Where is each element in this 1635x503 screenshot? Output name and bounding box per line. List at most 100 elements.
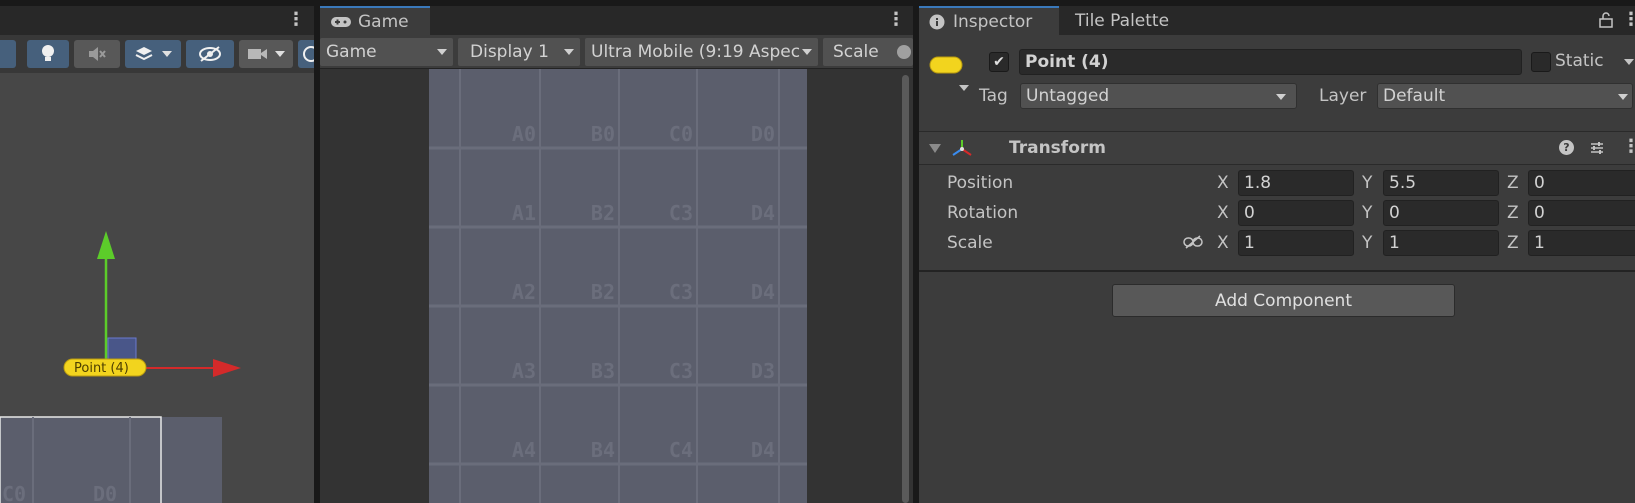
- add-component-button[interactable]: Add Component: [1112, 284, 1455, 317]
- chevron-down-icon: [1276, 94, 1286, 100]
- scene-cell-label: C0: [2, 482, 26, 503]
- game-mode-dropdown[interactable]: Game: [320, 38, 453, 66]
- board-cell-label: A4: [512, 438, 536, 462]
- position-y-axis: Y: [1362, 173, 1373, 193]
- x-axis-arrow-icon[interactable]: [213, 359, 241, 377]
- audio-toggle-button[interactable]: [74, 40, 120, 68]
- static-checkbox[interactable]: [1531, 52, 1551, 72]
- board-cell-label: C0: [669, 122, 693, 146]
- lock-icon[interactable]: [1599, 12, 1613, 28]
- scale-z-field[interactable]: 1: [1528, 230, 1635, 256]
- gizmos-button[interactable]: [298, 40, 314, 68]
- foldout-arrow-icon[interactable]: [929, 144, 941, 153]
- chevron-down-icon: [802, 49, 812, 55]
- transform-title: Transform: [1009, 138, 1106, 158]
- tab-game-label: Game: [358, 11, 409, 32]
- position-x-axis: X: [1217, 173, 1229, 193]
- scale-y-field[interactable]: 1: [1383, 230, 1499, 256]
- scale-slider-thumb[interactable]: [897, 45, 911, 59]
- position-y-field[interactable]: 5.5: [1383, 170, 1499, 196]
- inspector-more-icon[interactable]: ⋮: [1621, 9, 1635, 31]
- y-axis-arrow-icon[interactable]: [97, 231, 115, 259]
- game-scrollbar[interactable]: [902, 75, 909, 503]
- scene-canvas[interactable]: Point (4) C0 D0: [0, 73, 314, 503]
- scene-cell-label: D0: [93, 482, 117, 503]
- board-cell-label: B3: [591, 359, 615, 383]
- board-cell-label: B2: [591, 201, 615, 225]
- rotation-z-axis: Z: [1507, 203, 1519, 223]
- static-chevron-icon[interactable]: [1624, 59, 1634, 65]
- display-dropdown[interactable]: Display 1: [458, 38, 580, 66]
- inspector-body: ✔ Point (4) Static Tag Untagged Layer De…: [919, 35, 1635, 503]
- game-more-icon[interactable]: ⋮: [886, 9, 906, 31]
- board-grid: A0 B0 C0 D0 A1 B2 C3 D4 A2 B2 C3 D4 A3 B3 C3 D3 A4 B4 C4 D4: [429, 69, 807, 503]
- aspect-ratio-value: Ultra Mobile (9:19 Aspec: [591, 42, 801, 62]
- rotation-x-field[interactable]: 0: [1238, 200, 1354, 226]
- aspect-ratio-dropdown[interactable]: Ultra Mobile (9:19 Aspec: [585, 38, 818, 66]
- scale-x-axis: X: [1217, 233, 1229, 253]
- board-cell-label: B2: [591, 280, 615, 304]
- camera-icon: [248, 49, 267, 59]
- scale-z-axis: Z: [1507, 233, 1519, 253]
- unlinked-chain-icon[interactable]: [1183, 234, 1203, 250]
- rotation-label: Rotation: [947, 203, 1019, 223]
- rotation-z-field[interactable]: 0: [1528, 200, 1635, 226]
- board-cell-label: A2: [512, 280, 536, 304]
- game-viewport[interactable]: A0 B0 C0 D0 A1 B2 C3 D4 A2 B2 C3 D4 A3 B3 C3 D3 A4 B4 C4 D4: [320, 69, 913, 503]
- position-z-field[interactable]: 0: [1528, 170, 1635, 196]
- camera-dropdown-button[interactable]: [239, 40, 293, 68]
- scale-x-field[interactable]: 1: [1238, 230, 1354, 256]
- game-mode-value: Game: [326, 42, 377, 62]
- board-cell-label: A3: [512, 359, 536, 383]
- scale-slider[interactable]: Scale: [823, 38, 913, 66]
- scene-viewport[interactable]: Point (4) C0 D0: [0, 73, 314, 503]
- scene-more-icon[interactable]: ⋮: [286, 9, 306, 31]
- transform-header[interactable]: Transform ? ⋮: [919, 131, 1635, 165]
- display-value: Display 1: [470, 42, 549, 62]
- 2d-toggle-button[interactable]: [0, 40, 16, 68]
- tab-inspector[interactable]: Inspector: [919, 6, 1059, 35]
- board-cell-label: D4: [751, 201, 775, 225]
- board-cell-label: D3: [751, 359, 775, 383]
- chevron-down-icon: [275, 51, 285, 57]
- position-x-field[interactable]: 1.8: [1238, 170, 1354, 196]
- tag-dropdown[interactable]: Untagged: [1020, 83, 1297, 109]
- board-cell-label: D0: [751, 122, 775, 146]
- mute-icon: [89, 47, 106, 61]
- game-board: A0 B0 C0 D0 A1 B2 C3 D4 A2 B2 C3 D4 A3 B3 C3 D3 A4 B4 C4 D4: [429, 69, 807, 503]
- transform-icon: [952, 140, 972, 156]
- board-cell-label: C3: [669, 201, 693, 225]
- position-label: Position: [947, 173, 1014, 193]
- component-separator: [919, 270, 1635, 272]
- lighting-toggle-button[interactable]: [27, 40, 69, 68]
- scale-y-axis: Y: [1362, 233, 1373, 253]
- preset-sliders-icon[interactable]: [1589, 140, 1605, 156]
- chevron-down-icon: [1618, 94, 1628, 100]
- chevron-down-icon: [564, 49, 574, 55]
- scene-panel: ⋮ Point (4) C0 D0: [0, 6, 314, 503]
- component-more-icon[interactable]: ⋮: [1621, 136, 1635, 158]
- icon-picker-chevron-icon[interactable]: [959, 85, 969, 91]
- object-name-field[interactable]: Point (4): [1019, 49, 1522, 75]
- effects-dropdown-button[interactable]: [125, 40, 181, 68]
- board-cell-label: C4: [669, 438, 693, 462]
- layer-dropdown[interactable]: Default: [1377, 83, 1633, 109]
- board-cell-label: C3: [669, 280, 693, 304]
- tab-tile-palette[interactable]: Tile Palette: [1065, 6, 1179, 35]
- board-cell-label: B0: [591, 122, 615, 146]
- static-label: Static: [1555, 51, 1604, 71]
- board-cell-label: D4: [751, 438, 775, 462]
- board-cell-label: C3: [669, 359, 693, 383]
- info-icon: [929, 14, 945, 29]
- help-icon[interactable]: ?: [1559, 140, 1574, 155]
- gameobject-icon[interactable]: [929, 55, 965, 75]
- active-checkbox[interactable]: ✔: [989, 52, 1009, 72]
- tab-game[interactable]: Game: [320, 6, 430, 35]
- rotation-y-field[interactable]: 0: [1383, 200, 1499, 226]
- board-cell-label: A0: [512, 122, 536, 146]
- rotation-y-axis: Y: [1362, 203, 1373, 223]
- checkmark-icon: ✔: [993, 54, 1005, 70]
- visibility-toggle-button[interactable]: [186, 40, 234, 68]
- gamepad-icon: [331, 16, 351, 27]
- scene-toolbar: [0, 35, 314, 73]
